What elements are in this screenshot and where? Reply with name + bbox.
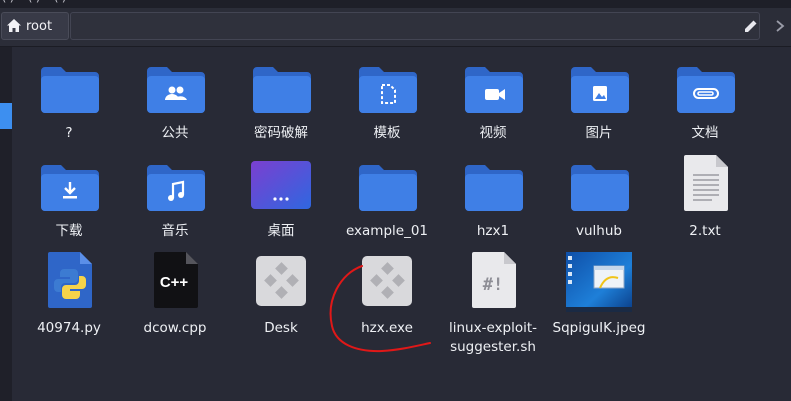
folder-public[interactable]: 公共 [123, 57, 227, 143]
home-icon [7, 17, 21, 36]
folder-music[interactable]: 音乐 [123, 155, 227, 241]
item-label: ? [65, 125, 73, 141]
item-label: hzx1 [476, 223, 510, 239]
item-label: hzx.exe [361, 320, 413, 336]
item-label: 桌面 [267, 223, 295, 239]
file-linux-exploit-suggester-sh[interactable]: #! linux-exploit- suggester.sh [441, 252, 545, 357]
item-label: vulhub [576, 223, 622, 239]
item-label: 40974.py [37, 320, 101, 336]
file-2-txt[interactable]: 2.txt [653, 155, 757, 241]
item-label: 下载 [55, 223, 83, 239]
item-label: 公共 [161, 125, 189, 141]
file-sqpiguik-jpeg[interactable]: SqpiguIK.jpeg [547, 252, 651, 338]
executable-file-icon [229, 252, 333, 314]
folder-icon [441, 155, 545, 217]
edit-location-button[interactable] [741, 18, 759, 36]
item-label: 视频 [479, 125, 507, 141]
folder-icon [335, 155, 439, 217]
file-hzx-exe[interactable]: hzx.exe [335, 252, 439, 338]
window-title-text: (·) · ·(·) · ·(·) [2, 0, 66, 4]
folder-downloads[interactable]: 下载 [17, 155, 121, 241]
item-label: 2.txt [689, 223, 721, 239]
window-title-strip: (·) · ·(·) · ·(·) [0, 0, 791, 8]
folder-image-icon [547, 57, 651, 119]
folder-vulhub[interactable]: vulhub [547, 155, 651, 241]
breadcrumb-home[interactable]: root [1, 12, 69, 40]
folder-music-icon [123, 155, 227, 217]
item-label: dcow.cpp [143, 320, 207, 336]
folder-icon [229, 57, 333, 119]
sidebar [0, 47, 12, 401]
file-grid: ? 公共 密码破解 模板 视频 图片 文档 下载 音乐 桌面 example_0… [12, 47, 791, 401]
image-thumbnail-icon [547, 252, 651, 314]
folder-question[interactable]: ? [17, 57, 121, 143]
file-desk[interactable]: Desk [229, 252, 333, 338]
item-label: 模板 [373, 125, 401, 141]
item-label: 图片 [585, 125, 613, 141]
executable-file-icon [335, 252, 439, 314]
folder-template-icon [335, 57, 439, 119]
path-overflow-button[interactable] [769, 12, 791, 40]
folder-desktop-icon [229, 155, 333, 217]
cpp-file-icon: C++ [123, 252, 227, 314]
path-field[interactable] [70, 12, 760, 40]
item-label: SqpiguIK.jpeg [552, 320, 646, 336]
item-label: 密码破解 [254, 125, 308, 141]
folder-people-icon [123, 57, 227, 119]
folder-example-01[interactable]: example_01 [335, 155, 439, 241]
shell-script-icon: #! [441, 252, 545, 314]
item-label: 文档 [691, 125, 719, 141]
item-label: linux-exploit- suggester.sh [448, 320, 538, 355]
chevron-right-icon [775, 17, 785, 36]
folder-icon [547, 155, 651, 217]
svg-text:#!: #! [483, 275, 503, 295]
folder-documents[interactable]: 文档 [653, 57, 757, 143]
item-label: Desk [264, 320, 298, 336]
folder-templates[interactable]: 模板 [335, 57, 439, 143]
folder-desktop[interactable]: 桌面 [229, 155, 333, 241]
file-40974-py[interactable]: 40974.py [17, 252, 121, 338]
text-file-icon [653, 155, 757, 217]
folder-videos[interactable]: 视频 [441, 57, 545, 143]
item-label: example_01 [345, 223, 429, 239]
location-toolbar: root [0, 8, 791, 47]
folder-clip-icon [653, 57, 757, 119]
pencil-icon [744, 18, 757, 37]
file-dcow-cpp[interactable]: C++ dcow.cpp [123, 252, 227, 338]
svg-text:C++: C++ [160, 274, 189, 291]
folder-password-crack[interactable]: 密码破解 [229, 57, 333, 143]
sidebar-selection-indicator[interactable] [0, 103, 12, 129]
folder-hzx1[interactable]: hzx1 [441, 155, 545, 241]
folder-icon [17, 57, 121, 119]
folder-pictures[interactable]: 图片 [547, 57, 651, 143]
folder-video-icon [441, 57, 545, 119]
item-label: 音乐 [161, 223, 189, 239]
breadcrumb-home-label: root [26, 18, 53, 34]
folder-download-icon [17, 155, 121, 217]
python-file-icon [17, 252, 121, 314]
